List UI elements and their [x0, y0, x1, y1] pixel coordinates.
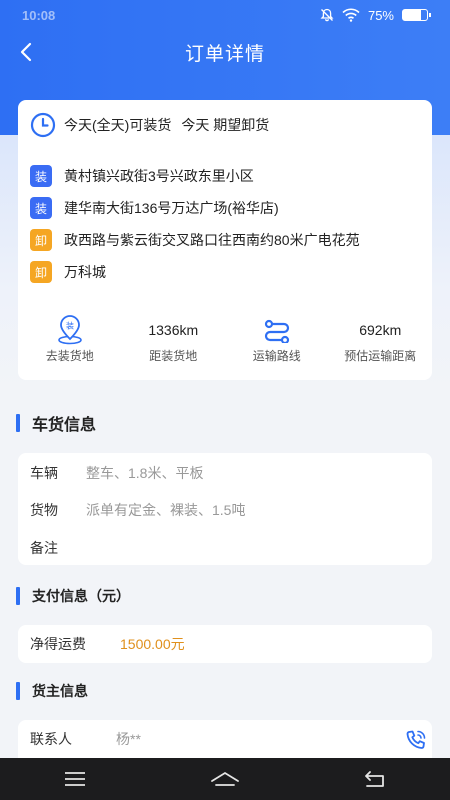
- call-button[interactable]: [404, 728, 428, 752]
- cargo-row: 货物 派单有定金、裸装、1.5吨: [30, 498, 245, 522]
- address-item: 卸 政西路与紫云街交叉路口往西南约80米广电花苑: [30, 224, 360, 256]
- pin-tag: 装: [66, 321, 74, 331]
- address-item: 装 建华南大街136号万达广场(裕华店): [30, 192, 360, 224]
- battery-level: [403, 10, 421, 20]
- payment-section-header: 支付信息（元）: [16, 586, 130, 606]
- address-text: 政西路与紫云街交叉路口往西南约80米广电花苑: [64, 232, 360, 248]
- section-bar: [16, 414, 20, 432]
- phone-icon: [406, 730, 426, 749]
- route-stats: 装 去装货地 1336km 距装货地 运输路线 692km 预估运输距离: [18, 315, 432, 375]
- wifi-icon: [342, 8, 360, 22]
- route-label: 运输路线: [252, 349, 301, 363]
- route-card: 今天(全天)可装货 今天 期望卸货 装 黄村镇兴政街3号兴政东里小区 装 建华南大…: [18, 100, 432, 380]
- vehicle-section-header: 车货信息: [16, 411, 96, 435]
- transport-stat: 692km 预估运输距离: [329, 315, 433, 375]
- payment-section-title: 支付信息（元）: [32, 588, 130, 604]
- note-row: 备注: [30, 536, 86, 560]
- vehicle-section-title: 车货信息: [32, 417, 97, 434]
- vehicle-key: 车辆: [30, 465, 58, 481]
- cargo-value: 派单有定金、裸装、1.5吨: [86, 502, 246, 518]
- contact-value: 杨**: [116, 731, 141, 747]
- route-icon: [264, 319, 289, 343]
- status-icons: 75%: [320, 7, 431, 23]
- goto-load-button[interactable]: 装 去装货地: [18, 315, 122, 375]
- distance-label: 距装货地: [149, 349, 198, 363]
- goto-load-label: 去装货地: [45, 349, 94, 363]
- contact-row: 联系人 杨**: [30, 727, 141, 751]
- clock-icon: [30, 112, 56, 138]
- load-tag: 装: [30, 165, 52, 187]
- page-title: 订单详情: [184, 43, 265, 65]
- status-bar: 10:08 75%: [0, 0, 450, 30]
- owner-card: 联系人 杨**: [18, 720, 432, 760]
- time-row: 今天(全天)可装货 今天 期望卸货: [30, 112, 279, 138]
- owner-section-header: 货主信息: [16, 681, 88, 701]
- unload-time: 今天 期望卸货: [181, 117, 270, 133]
- load-time: 今天(全天)可装货: [64, 117, 172, 133]
- time-text: 今天(全天)可装货 今天 期望卸货: [64, 115, 279, 135]
- home-icon: [211, 771, 239, 786]
- fee-row: 净得运费 1500.00元: [30, 632, 185, 656]
- address-item: 装 黄村镇兴政街3号兴政东里小区: [30, 160, 360, 192]
- location-pin-icon: 装: [57, 315, 82, 345]
- load-tag: 装: [30, 197, 52, 219]
- route-button[interactable]: 运输路线: [225, 315, 329, 375]
- payment-card: 净得运费 1500.00元: [18, 625, 432, 663]
- fee-key: 净得运费: [30, 636, 86, 652]
- distance-stat: 1336km 距装货地: [122, 315, 226, 375]
- battery-icon: [402, 9, 431, 21]
- unload-tag: 卸: [30, 229, 52, 251]
- vehicle-value: 整车、1.8米、平板: [86, 465, 204, 481]
- menu-button[interactable]: [45, 763, 105, 795]
- address-text: 万科城: [64, 264, 106, 280]
- fee-value: 1500.00元: [120, 636, 185, 652]
- transport-label: 预估运输距离: [344, 349, 417, 363]
- home-button[interactable]: [195, 763, 255, 795]
- system-nav-bar: [0, 758, 450, 800]
- address-text: 建华南大街136号万达广场(裕华店): [64, 200, 279, 216]
- unload-tag: 卸: [30, 261, 52, 283]
- cargo-key: 货物: [30, 502, 58, 518]
- battery-percent: 75%: [367, 7, 394, 23]
- nav-bar: 订单详情: [0, 30, 450, 74]
- contact-key: 联系人: [30, 731, 72, 747]
- section-bar: [16, 587, 20, 605]
- vehicle-card: 车辆 整车、1.8米、平板 货物 派单有定金、裸装、1.5吨 备注: [18, 453, 432, 565]
- status-time: 10:08: [22, 7, 56, 23]
- menu-icon: [65, 772, 85, 786]
- back-arrow-icon: [365, 771, 384, 787]
- address-list: 装 黄村镇兴政街3号兴政东里小区 装 建华南大街136号万达广场(裕华店) 卸 …: [30, 160, 360, 288]
- owner-section-title: 货主信息: [32, 683, 88, 699]
- address-item: 卸 万科城: [30, 256, 360, 288]
- section-bar: [16, 682, 20, 700]
- mute-bell-icon: [320, 8, 334, 22]
- vehicle-row: 车辆 整车、1.8米、平板: [30, 461, 203, 485]
- chevron-left-icon: [20, 42, 32, 62]
- distance-value: 1336km: [148, 322, 199, 338]
- transport-value: 692km: [359, 322, 402, 338]
- address-text: 黄村镇兴政街3号兴政东里小区: [64, 168, 254, 184]
- back-button[interactable]: [10, 36, 42, 68]
- system-back-button[interactable]: [345, 763, 405, 795]
- note-key: 备注: [30, 540, 58, 556]
